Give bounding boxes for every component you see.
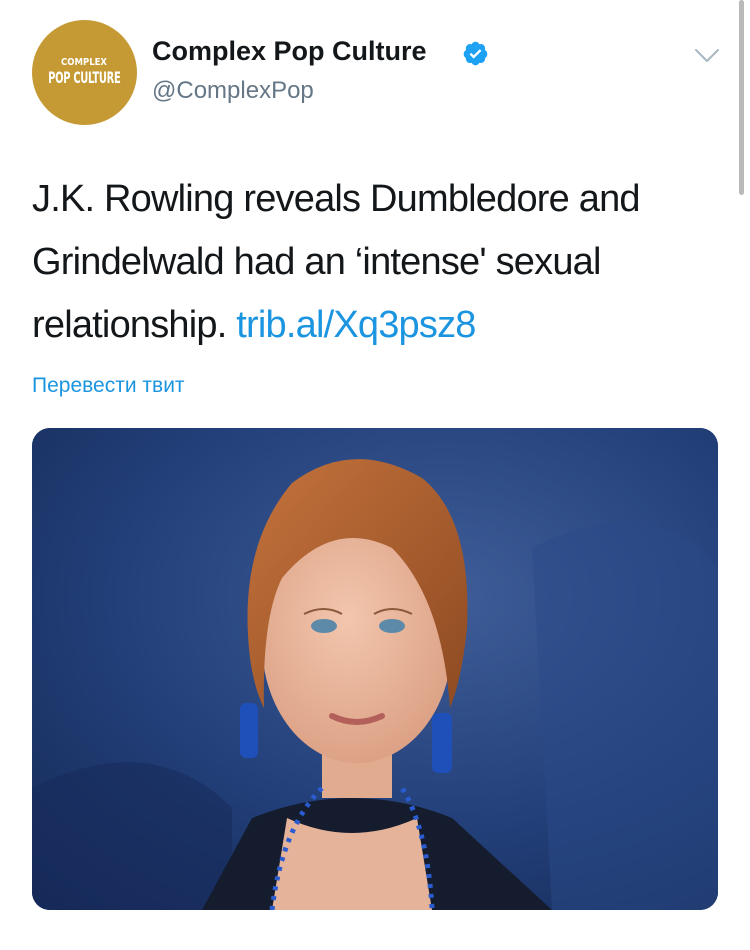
chevron-down-icon[interactable] (694, 48, 720, 64)
verified-badge-icon (463, 41, 488, 66)
portrait-photo (32, 428, 718, 910)
display-name[interactable]: Complex Pop Culture (152, 36, 427, 67)
avatar-brand-main: POP CULTURE (48, 68, 121, 87)
scrollbar[interactable] (739, 0, 744, 195)
tweet-text: J.K. Rowling reveals Dumbledore and Grin… (32, 168, 722, 357)
translate-tweet-link[interactable]: Перевести твит (32, 374, 185, 398)
tweet-link[interactable]: trib.al/Xq3psz8 (236, 304, 476, 346)
avatar[interactable]: COMPLEX POP CULTURE (32, 20, 137, 125)
tweet-media-photo[interactable] (32, 428, 718, 910)
user-handle[interactable]: @ComplexPop (152, 77, 314, 105)
avatar-brand-top: COMPLEX (61, 57, 108, 68)
